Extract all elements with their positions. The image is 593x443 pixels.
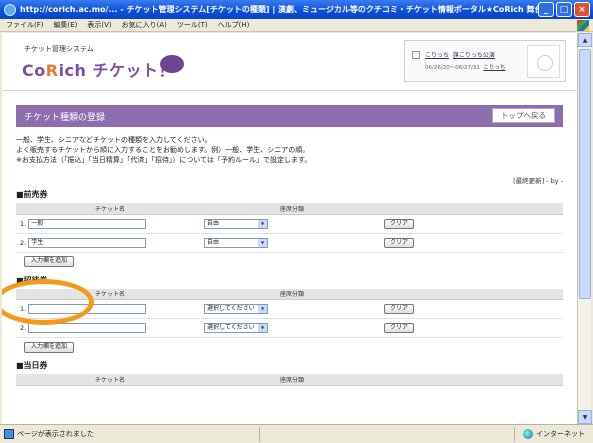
row-number: 1. (20, 219, 27, 228)
menu-help[interactable]: ヘルプ(H) (218, 20, 250, 30)
table-row: 2. 選択してください ▼ クリア (16, 318, 563, 338)
description-line: よく販売するチケットから順に入力することをお勧めします。例）一般、学生、シニアの… (16, 146, 310, 154)
ticket-name-input[interactable]: 学生 (28, 237, 147, 248)
status-bar: ページが表示されました インターネット (0, 424, 593, 443)
section-title-invitation: ■招待券 (16, 275, 48, 285)
column-header-seat: 座席分類 (200, 374, 380, 386)
ie-icon (4, 3, 16, 16)
table-row: 1. 選択してください ▼ クリア (16, 299, 563, 319)
chevron-down-icon: ▼ (258, 305, 267, 313)
status-text: ページが表示されました (17, 430, 94, 438)
seat-select[interactable]: 選択してください ▼ (204, 304, 268, 314)
chevron-down-icon: ▼ (258, 219, 267, 228)
ticket-table-invitation: チケット名 座席分類 1. 選択してください ▼ クリア 2. 選択してください ▼… (16, 288, 563, 338)
user-info-box: こりっち 旗こりっち公演 06/26/20～06/27/31 こりっち (404, 40, 566, 82)
seat-select[interactable]: 自由 ▼ (204, 237, 268, 248)
column-header-seat: 座席分類 (200, 203, 380, 215)
table-row: 1. 一般 自由 ▼ クリア (16, 214, 563, 234)
column-header-name: チケット名 (16, 374, 200, 386)
main-content: チケット種類の登録 トップへ戻る 一般、学生、シニアなどチケットの種類を入力して… (2, 105, 563, 386)
brand-mascot-icon (160, 55, 184, 73)
clear-button[interactable]: クリア (384, 218, 415, 229)
page-viewport: チケット管理システム CoRich チケット！ こりっち 旗こりっち公演 06/… (2, 33, 577, 424)
column-header-action (380, 288, 563, 300)
minimize-button[interactable]: _ (538, 2, 554, 17)
section-title-advance: ■前売券 (16, 190, 48, 199)
user-avatar (527, 45, 560, 78)
section-title-same-day: ■当日券 (16, 361, 48, 370)
add-input-row-button[interactable]: 入力欄を追加 (24, 256, 75, 267)
page-title: チケット種類の登録 (24, 112, 106, 123)
user-checkbox[interactable] (412, 51, 420, 59)
user-dates: 06/26/20～06/27/31 (425, 65, 480, 71)
close-button[interactable]: × (574, 2, 590, 17)
description-line: 一般、学生、シニアなどチケットの種類を入力してください。 (16, 136, 212, 144)
add-row-container: 入力欄を追加 (16, 253, 563, 271)
add-input-row-button[interactable]: 入力欄を追加 (24, 341, 75, 353)
scroll-down-arrow-icon[interactable]: ▼ (578, 410, 592, 424)
ticket-table-advance: チケット名 座席分類 1. 一般 自由 ▼ クリア 2. 学生 自由 ▼ クリア (16, 203, 563, 253)
zone-label: インターネット (536, 430, 585, 438)
user-line: こりっち 旗こりっち公演 (425, 50, 495, 59)
menu-bar: ファイル(F) 編集(E) 表示(V) お気に入り(A) ツール(T) ヘルプ(… (0, 19, 593, 32)
status-divider (258, 426, 349, 442)
brand-logo-text[interactable]: CoRich チケット！ (22, 57, 175, 81)
menu-tools[interactable]: ツール(T) (177, 20, 208, 30)
menu-favorites[interactable]: お気に入り(A) (122, 20, 167, 30)
seat-select[interactable]: 選択してください ▼ (204, 323, 268, 333)
user-dates-line: 06/26/20～06/27/31 こりっち (425, 63, 505, 71)
column-header-name: チケット名 (16, 203, 200, 215)
user-link-2[interactable]: こりっち (483, 65, 505, 71)
window-title: http://corich.ac.mo/... - チケット管理システム[チケッ… (20, 5, 538, 14)
scroll-up-arrow-icon[interactable]: ▲ (578, 33, 592, 47)
windows-logo-icon (577, 19, 589, 31)
description: 一般、学生、シニアなどチケットの種類を入力してください。 よく販売するチケットか… (16, 135, 563, 165)
maximize-button[interactable]: □ (556, 2, 572, 17)
back-to-top-button[interactable]: トップへ戻る (492, 108, 555, 123)
last-updated: [最終更新] - by - (513, 177, 563, 185)
column-header-action (380, 374, 563, 386)
user-name-link[interactable]: こりっち (425, 52, 449, 59)
clear-button[interactable]: クリア (384, 237, 415, 248)
ticket-table-same-day: チケット名 座席分類 (16, 374, 563, 386)
user-performance-link[interactable]: 旗こりっち公演 (453, 52, 495, 59)
seat-select[interactable]: 自由 ▼ (204, 218, 268, 229)
description-line: ※お支払方法（「振込」「当日精算」「代済」「招待」）については「予約ルール」で設… (16, 156, 312, 164)
scrollbar-thumb[interactable] (579, 49, 591, 299)
window-titlebar: http://corich.ac.mo/... - チケット管理システム[チケッ… (0, 0, 593, 19)
system-label: チケット管理システム (24, 45, 94, 53)
menu-edit[interactable]: 編集(E) (54, 20, 78, 30)
clear-button[interactable]: クリア (384, 323, 415, 333)
ticket-name-input[interactable]: 一般 (28, 218, 147, 229)
vertical-scrollbar[interactable]: ▲ ▼ (577, 33, 592, 424)
column-header-action (380, 203, 563, 215)
chevron-down-icon: ▼ (258, 324, 267, 332)
row-number: 2. (20, 238, 27, 247)
row-number: 2. (20, 324, 27, 332)
menu-view[interactable]: 表示(V) (87, 20, 111, 30)
column-header-seat: 座席分類 (200, 288, 380, 300)
clear-button[interactable]: クリア (384, 304, 415, 314)
page-title-bar: チケット種類の登録 トップへ戻る (16, 105, 563, 127)
page-done-icon (4, 429, 14, 439)
site-header: チケット管理システム CoRich チケット！ こりっち 旗こりっち公演 06/… (2, 33, 577, 91)
security-zone: インターネット (514, 426, 593, 442)
menu-file[interactable]: ファイル(F) (6, 20, 44, 30)
globe-icon (523, 429, 533, 439)
table-row: 2. 学生 自由 ▼ クリア (16, 233, 563, 253)
add-row-container: 入力欄を追加 (16, 338, 563, 356)
chevron-down-icon: ▼ (258, 238, 267, 247)
